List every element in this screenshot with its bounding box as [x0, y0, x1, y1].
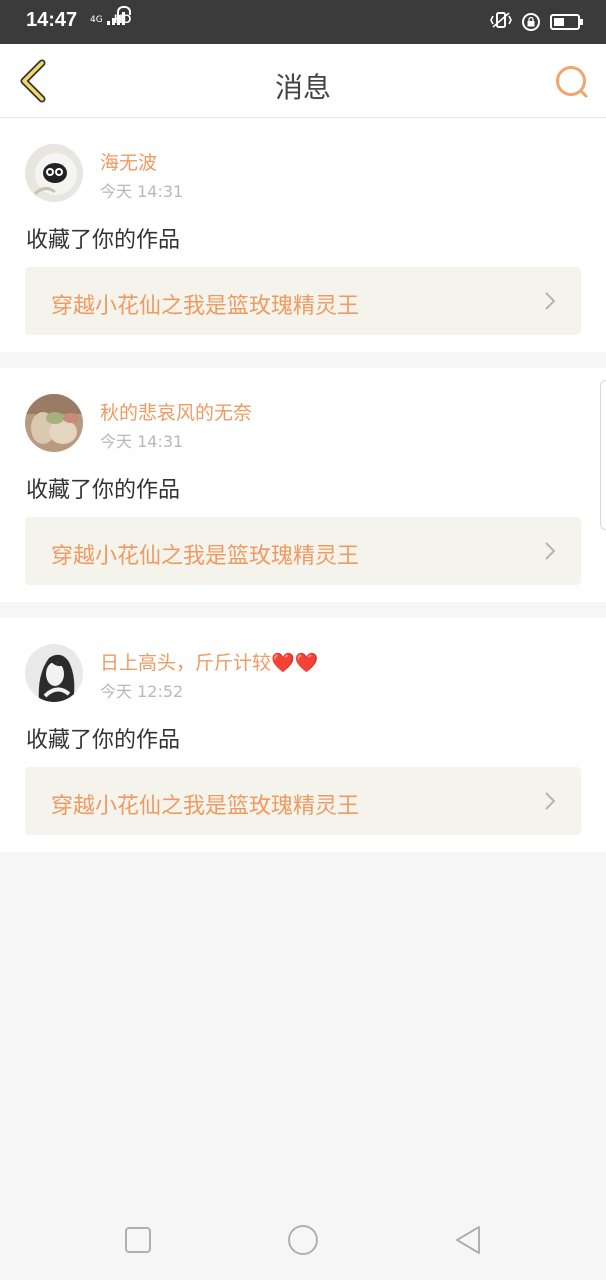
work-link[interactable]: 穿越小花仙之我是篮玫瑰精灵王 — [25, 767, 581, 835]
message-card: 日上高头，斤斤计较❤️❤️ 今天 12:52 收藏了你的作品 穿越小花仙之我是篮… — [0, 618, 606, 852]
recents-square-icon[interactable] — [120, 1222, 156, 1258]
vibrate-icon — [490, 11, 512, 33]
home-circle-icon[interactable] — [285, 1222, 321, 1258]
user-name[interactable]: 海无波 — [100, 148, 157, 175]
message-time: 今天 14:31 — [100, 182, 184, 201]
chevron-right-icon — [545, 792, 556, 810]
search-button[interactable] — [552, 62, 592, 102]
chevron-right-icon — [545, 542, 556, 560]
hd-call-icon: HD — [114, 6, 132, 26]
user-name[interactable]: 日上高头，斤斤计较❤️❤️ — [100, 648, 318, 675]
work-title: 穿越小花仙之我是篮玫瑰精灵王 — [51, 794, 360, 819]
battery-icon — [550, 14, 583, 30]
top-app-bar: 消息 — [0, 44, 606, 118]
work-link[interactable]: 穿越小花仙之我是篮玫瑰精灵王 — [25, 517, 581, 585]
rotation-lock-icon — [522, 13, 540, 31]
avatar[interactable] — [25, 394, 83, 452]
back-triangle-icon[interactable] — [450, 1222, 486, 1258]
network-type: 4G — [90, 15, 103, 25]
work-title: 穿越小花仙之我是篮玫瑰精灵王 — [51, 294, 360, 319]
work-title: 穿越小花仙之我是篮玫瑰精灵王 — [51, 544, 360, 569]
message-action: 收藏了你的作品 — [26, 478, 181, 503]
search-icon — [556, 66, 588, 98]
chevron-right-icon — [545, 292, 556, 310]
message-action: 收藏了你的作品 — [26, 728, 181, 753]
avatar[interactable] — [25, 644, 83, 702]
message-time: 今天 12:52 — [100, 682, 184, 701]
message-card: 秋的悲哀风的无奈 今天 14:31 收藏了你的作品 穿越小花仙之我是篮玫瑰精灵王 — [0, 368, 606, 602]
message-time: 今天 14:31 — [100, 432, 184, 451]
avatar[interactable] — [25, 144, 83, 202]
status-bar: 14:47 4G HD — [0, 0, 606, 44]
edge-panel-handle[interactable] — [600, 380, 606, 530]
page-title: 消息 — [274, 71, 331, 104]
message-card: 海无波 今天 14:31 收藏了你的作品 穿越小花仙之我是篮玫瑰精灵王 — [0, 118, 606, 352]
status-time: 14:47 — [26, 9, 78, 31]
system-nav-bar — [0, 1200, 606, 1280]
message-action: 收藏了你的作品 — [26, 228, 181, 253]
user-name[interactable]: 秋的悲哀风的无奈 — [100, 398, 252, 425]
work-link[interactable]: 穿越小花仙之我是篮玫瑰精灵王 — [25, 267, 581, 335]
